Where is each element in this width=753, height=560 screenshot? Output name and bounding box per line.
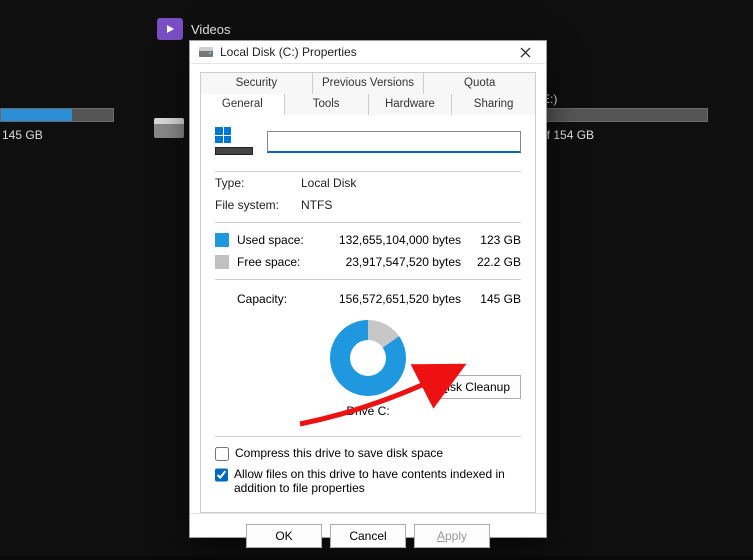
fs-value: NTFS <box>301 198 332 212</box>
drive-right[interactable]: of 154 GB <box>538 108 708 142</box>
index-checkbox[interactable] <box>215 468 228 482</box>
drive-left-caption: 145 GB <box>0 128 114 142</box>
compress-checkbox-row[interactable]: Compress this drive to save disk space <box>215 443 521 464</box>
drive-left-usage-bar <box>0 108 114 122</box>
used-label: Used space: <box>237 233 315 247</box>
close-button[interactable] <box>512 41 538 63</box>
tab-previous-versions[interactable]: Previous Versions <box>313 72 425 94</box>
videos-label: Videos <box>191 22 231 37</box>
compress-checkbox[interactable] <box>215 447 229 461</box>
disk-cleanup-label-rest: isk Cleanup <box>447 380 510 394</box>
index-label: Allow files on this drive to have conten… <box>234 467 521 495</box>
usage-donut <box>330 320 406 396</box>
dialog-buttons: OK Cancel Apply <box>190 513 546 560</box>
free-label: Free space: <box>237 255 315 269</box>
tab-body-general: Type:Local Disk File system:NTFS Used sp… <box>200 115 536 513</box>
free-swatch <box>215 255 229 269</box>
tab-hardware[interactable]: Hardware <box>369 94 453 115</box>
drive-right-usage-bar <box>538 108 708 122</box>
free-bytes: 23,917,547,520 bytes <box>315 255 471 269</box>
used-bytes: 132,655,104,000 bytes <box>315 233 471 247</box>
tabs: Security Previous Versions Quota General… <box>190 64 546 513</box>
videos-folder-icon <box>157 18 183 40</box>
dialog-title: Local Disk (C:) Properties <box>220 45 512 59</box>
drive-icon <box>154 118 184 138</box>
drive-left[interactable]: 145 GB <box>0 108 114 142</box>
fs-label: File system: <box>215 198 301 212</box>
compress-label: Compress this drive to save disk space <box>235 446 443 460</box>
used-gb: 123 GB <box>471 233 521 247</box>
tab-quota[interactable]: Quota <box>424 72 536 94</box>
tab-sharing[interactable]: Sharing <box>452 94 536 115</box>
drive-caption: Drive C: <box>215 400 521 418</box>
type-label: Type: <box>215 176 301 190</box>
tab-security[interactable]: Security <box>200 72 313 94</box>
volume-icon <box>215 127 253 157</box>
ok-button[interactable]: OK <box>246 524 322 548</box>
drive-icon <box>198 44 214 60</box>
videos-folder[interactable]: Videos <box>157 18 231 40</box>
capacity-gb: 145 GB <box>471 292 521 306</box>
drive-left-usage-fill <box>1 109 72 121</box>
volume-name-input[interactable] <box>267 131 521 153</box>
capacity-bytes: 156,572,651,520 bytes <box>315 292 471 306</box>
tab-tools[interactable]: Tools <box>285 94 369 115</box>
disk-cleanup-button[interactable]: Disk Cleanup <box>428 375 521 399</box>
close-icon <box>520 47 531 58</box>
capacity-label: Capacity: <box>215 292 315 306</box>
drive-right-caption: of 154 GB <box>538 128 708 142</box>
apply-button[interactable]: Apply <box>414 524 490 548</box>
tab-general[interactable]: General <box>200 94 285 115</box>
titlebar: Local Disk (C:) Properties <box>190 41 546 64</box>
used-swatch <box>215 233 229 247</box>
free-gb: 22.2 GB <box>471 255 521 269</box>
cancel-button[interactable]: Cancel <box>330 524 406 548</box>
index-checkbox-row[interactable]: Allow files on this drive to have conten… <box>215 464 521 498</box>
type-value: Local Disk <box>301 176 356 190</box>
properties-dialog: Local Disk (C:) Properties Security Prev… <box>189 40 547 538</box>
